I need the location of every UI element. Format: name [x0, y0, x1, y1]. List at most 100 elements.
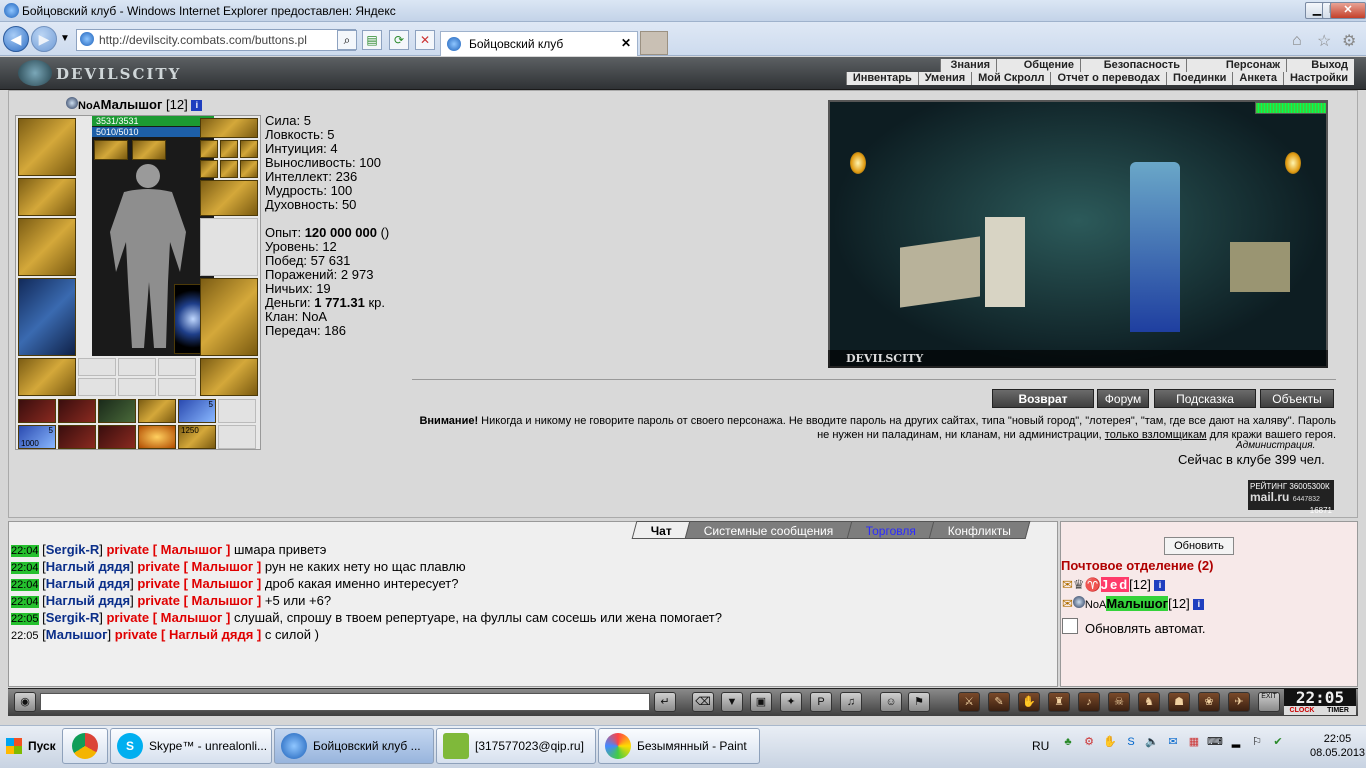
taskbar-chrome[interactable] — [62, 728, 108, 764]
new-tab-button[interactable] — [640, 31, 668, 55]
chat-nick[interactable]: Наглый дядя — [46, 576, 130, 591]
chat-nick[interactable]: Наглый дядя — [46, 559, 130, 574]
menu-knowledge[interactable]: Знания — [940, 59, 996, 72]
tab-conflicts[interactable]: Конфликты — [928, 521, 1031, 539]
belt-item-8[interactable] — [58, 425, 96, 449]
chat-input[interactable] — [40, 693, 650, 711]
start-button[interactable]: Пуск — [2, 729, 58, 763]
menu-transfer-report[interactable]: Отчет о переводах — [1050, 72, 1166, 85]
menu-my-scroll[interactable]: Мой Скролл — [971, 72, 1051, 85]
info-icon[interactable]: i — [191, 100, 203, 112]
refresh-icon[interactable]: ⟳ — [389, 30, 409, 50]
amulet-slot[interactable] — [200, 118, 258, 138]
stop-icon[interactable]: ✕ — [415, 30, 435, 50]
tab-trade[interactable]: Торговля — [846, 521, 936, 539]
gloves-slot[interactable] — [200, 180, 258, 216]
tray-icon-1[interactable]: ♣ — [1060, 734, 1076, 750]
flag-icon[interactable]: ⚐ — [1249, 734, 1265, 750]
slot-empty-2[interactable] — [118, 358, 156, 376]
shield-slot[interactable] — [200, 218, 258, 276]
slot-empty-6[interactable] — [158, 378, 196, 396]
character-name[interactable]: NoAМалышог [12] i — [66, 97, 203, 112]
menu-fights[interactable]: Поединки — [1165, 72, 1233, 85]
belt-item-1[interactable] — [18, 399, 56, 423]
system-clock[interactable]: 22:05 08.05.2013 — [1310, 732, 1365, 760]
toolbar-icon-4[interactable]: ♜ — [1048, 692, 1070, 712]
toolbar-icon-5[interactable]: ♪ — [1078, 692, 1100, 712]
menu-inventory[interactable]: Инвентарь — [845, 72, 918, 85]
belt-item-10[interactable] — [138, 425, 176, 449]
boots-slot[interactable] — [200, 358, 258, 396]
forward-button[interactable]: ▶ — [31, 26, 57, 52]
post-office-title[interactable]: Почтовое отделение (2) — [1061, 558, 1213, 573]
toolbar-icon-8[interactable]: ☗ — [1168, 692, 1190, 712]
ring4-slot[interactable] — [200, 160, 218, 178]
search-dropdown-icon[interactable]: ⌕ — [337, 30, 357, 50]
filter-icon[interactable]: ▼ — [721, 692, 743, 712]
history-dropdown-icon[interactable]: ▼ — [60, 33, 70, 44]
favorites-icon[interactable]: ☆ — [1317, 31, 1331, 51]
slot-empty-3[interactable] — [158, 358, 196, 376]
info-icon[interactable]: i — [1154, 580, 1166, 592]
taskbar-paint[interactable]: Безымянный - Paint — [598, 728, 760, 764]
hint-button[interactable]: Подсказка — [1154, 389, 1256, 408]
ring6-slot[interactable] — [240, 160, 258, 178]
taskbar-skype[interactable]: S Skype™ - unrealonli... — [110, 728, 272, 764]
settings-gear-icon[interactable]: ⚙ — [1342, 31, 1356, 51]
ring1-slot[interactable] — [200, 140, 218, 158]
clear-icon[interactable]: ⌫ — [692, 692, 714, 712]
belt-item-9[interactable] — [98, 425, 136, 449]
ring3-slot[interactable] — [240, 140, 258, 158]
language-indicator[interactable]: RU — [1032, 739, 1049, 753]
sound-icon[interactable]: ♫ — [840, 692, 862, 712]
belt-item-4[interactable] — [138, 399, 176, 423]
chat-nick[interactable]: Малышог — [46, 627, 108, 642]
toolbar-icon-3[interactable]: ✋ — [1018, 692, 1040, 712]
user-row-malyshog[interactable]: ✉ NoAМалышог[12] i — [1062, 596, 1205, 612]
menu-profile[interactable]: Анкета — [1232, 72, 1283, 85]
taskbar-ie[interactable]: Бойцовский клуб ... — [274, 728, 434, 764]
return-button[interactable]: Возврат — [992, 389, 1094, 408]
toolbar-icon-7[interactable]: ♞ — [1138, 692, 1160, 712]
ring2-slot[interactable] — [220, 140, 238, 158]
belt-item-12[interactable] — [218, 425, 256, 449]
tray-icon-3[interactable]: ✋ — [1102, 734, 1118, 750]
armor-slot[interactable] — [18, 278, 76, 356]
tab-chat[interactable]: Чат — [631, 521, 692, 539]
slot-empty-4[interactable] — [78, 378, 116, 396]
back-button[interactable]: ◀ — [3, 26, 29, 52]
earring2-slot[interactable] — [132, 140, 166, 160]
slot-empty-1[interactable] — [78, 358, 116, 376]
tray-icon-7[interactable]: ▦ — [1186, 734, 1202, 750]
browser-tab[interactable]: Бойцовский клуб ✕ — [440, 31, 638, 56]
location-scene[interactable] — [828, 100, 1328, 368]
belt-item-6[interactable] — [218, 399, 256, 423]
translit-icon[interactable]: ⚑ — [908, 692, 930, 712]
menu-settings[interactable]: Настройки — [1282, 72, 1354, 85]
pants-slot[interactable] — [200, 278, 258, 356]
ring5-slot[interactable] — [220, 160, 238, 178]
speaker-icon[interactable]: ◉ — [14, 692, 36, 712]
menu-skills[interactable]: Умения — [917, 72, 972, 85]
mailru-rating-counter[interactable]: РЕЙТИНГ 36005300К mail.ru 6447832 16871 — [1248, 480, 1334, 515]
toolbar-icon-2[interactable]: ✎ — [988, 692, 1010, 712]
slot-empty-5[interactable] — [118, 378, 156, 396]
address-bar[interactable]: http://devilscity.combats.com/buttons.pl — [76, 29, 356, 51]
save-icon[interactable]: ▣ — [750, 692, 772, 712]
earring-slot[interactable] — [94, 140, 128, 160]
chat-nick[interactable]: Наглый дядя — [46, 593, 130, 608]
smile-icon[interactable]: ☺ — [880, 692, 902, 712]
menu-security[interactable]: Безопасность — [1080, 59, 1186, 72]
npc-figure-icon[interactable] — [1130, 162, 1180, 332]
home-icon[interactable]: ⌂ — [1292, 32, 1302, 50]
belt-item-11[interactable]: 1250 — [178, 425, 216, 449]
auto-refresh-checkbox[interactable] — [1062, 618, 1078, 634]
tab-close-icon[interactable]: ✕ — [621, 36, 631, 50]
tray-icon-8[interactable]: ⌨ — [1207, 734, 1223, 750]
tray-icon-2[interactable]: ⚙ — [1081, 734, 1097, 750]
chat-nick[interactable]: Sergik-R — [46, 542, 99, 557]
belt-item-7[interactable]: 5 1000 — [18, 425, 56, 449]
toolbar-icon-10[interactable]: ✈ — [1228, 692, 1250, 712]
tab-system-messages[interactable]: Системные сообщения — [684, 521, 853, 539]
hackers-link[interactable]: только взломщикам — [1105, 429, 1207, 441]
